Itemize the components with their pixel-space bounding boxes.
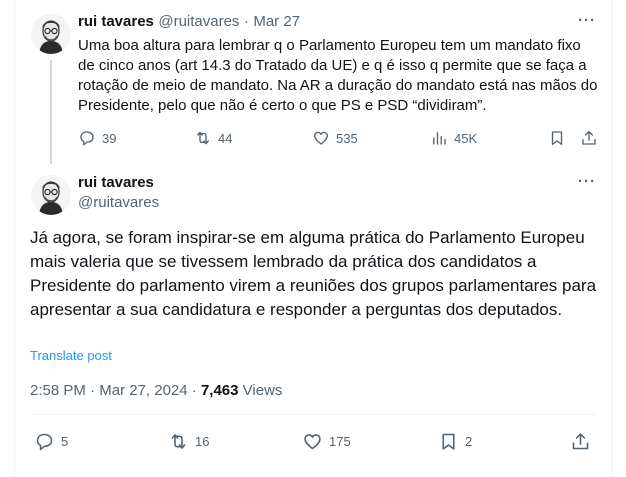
translate-post-link[interactable]: Translate post xyxy=(30,348,112,363)
avatar-portrait-icon xyxy=(31,14,71,54)
bookmark-button[interactable]: 2 xyxy=(438,431,472,452)
share-button[interactable] xyxy=(580,129,598,147)
heart-icon xyxy=(313,131,329,145)
repost-button[interactable]: 44 xyxy=(194,129,232,147)
reply-count: 39 xyxy=(102,130,117,146)
like-button[interactable]: 535 xyxy=(312,129,358,147)
repost-count: 44 xyxy=(218,130,233,146)
more-options-button[interactable]: ··· xyxy=(578,12,596,29)
tweet1-actions: 39 44 535 45K xyxy=(78,128,598,148)
tweet-text: Já agora, se foram inspirar-se em alguma… xyxy=(30,228,597,319)
share-button[interactable] xyxy=(570,431,591,452)
repost-icon xyxy=(197,131,209,145)
views-label: Views xyxy=(242,382,283,399)
more-options-button[interactable]: ··· xyxy=(578,173,596,190)
avatar[interactable] xyxy=(31,14,71,54)
separator-dot: · xyxy=(90,382,96,399)
tweet-time[interactable]: 2:58 PM xyxy=(30,382,86,399)
separator-dot: · xyxy=(191,382,197,399)
analytics-icon xyxy=(433,132,446,145)
views-button[interactable]: 45K xyxy=(430,129,477,147)
tweet-date[interactable]: Mar 27 xyxy=(253,13,300,30)
divider xyxy=(30,414,596,415)
reply-count: 5 xyxy=(61,434,69,449)
tweet-metadata: 2:58 PM · Mar 27, 2024 · 7,463 Views xyxy=(30,382,282,399)
repost-icon xyxy=(171,434,186,449)
repost-button[interactable]: 16 xyxy=(168,431,209,452)
reply-icon xyxy=(80,131,94,146)
bookmark-button[interactable] xyxy=(548,129,566,147)
reply-button[interactable]: 39 xyxy=(78,129,116,147)
author-handle[interactable]: @ruitavares xyxy=(78,194,159,211)
author-name[interactable]: rui tavares xyxy=(78,174,154,191)
share-icon xyxy=(582,130,596,145)
tweet-text: Uma boa altura para lembrar q o Parlamen… xyxy=(78,37,598,114)
tweet2-author-name-row: rui tavares xyxy=(78,174,154,192)
bookmark-icon xyxy=(442,433,455,450)
separator-dot: · xyxy=(243,13,249,30)
author-name[interactable]: rui tavares xyxy=(78,13,154,30)
heart-icon xyxy=(304,434,321,450)
like-count: 175 xyxy=(329,434,351,449)
tweet2-actions: 5 16 175 2 xyxy=(30,430,596,454)
like-count: 535 xyxy=(336,130,358,146)
share-icon xyxy=(572,433,589,450)
reply-button[interactable]: 5 xyxy=(34,431,68,452)
tweet2-handle-row: @ruitavares xyxy=(78,194,159,212)
views-count: 45K xyxy=(454,130,478,146)
bookmark-count: 2 xyxy=(465,434,473,449)
avatar[interactable] xyxy=(31,175,71,215)
views-count: 7,463 xyxy=(200,382,239,399)
like-button[interactable]: 175 xyxy=(302,431,351,452)
repost-count: 16 xyxy=(195,434,210,449)
tweet-date[interactable]: Mar 27, 2024 xyxy=(99,382,187,399)
tweet1-header: rui tavares @ruitavares · Mar 27 xyxy=(78,13,300,31)
thread-connector-line xyxy=(50,60,52,164)
reply-icon xyxy=(36,433,53,451)
avatar-portrait-icon xyxy=(31,175,71,215)
bookmark-icon xyxy=(551,131,563,146)
author-handle[interactable]: @ruitavares xyxy=(158,13,239,30)
